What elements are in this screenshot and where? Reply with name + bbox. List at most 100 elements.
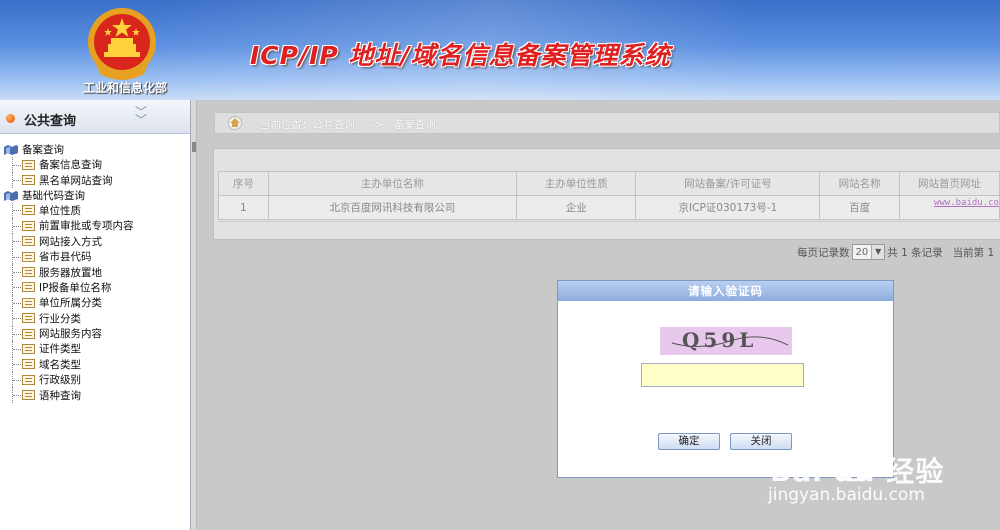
sidebar-item[interactable]: IP报备单位名称 [4,279,190,296]
tree-connector [12,233,22,249]
table-header-row: 序号 主办单位名称 主办单位性质 网站备案/许可证号 网站名称 网站首页网址 [218,171,1000,196]
sidebar-item[interactable]: 单位所属分类 [4,295,190,311]
sidebar-item[interactable]: 网站接入方式 [4,233,190,249]
document-icon [22,313,35,324]
sidebar-item-label: 服务器放置地 [39,266,102,279]
tree-connector [12,202,22,219]
breadcrumb-prefix: 当前位置： [260,119,313,131]
breadcrumb: 当前位置：公共查询 —> 备案查询 [214,112,1000,134]
table-cell: 百度 [819,195,900,220]
tree-connector [12,372,22,388]
splitter-grip-icon[interactable] [192,142,196,152]
system-title: ICP/IP 地址/域名信息备案管理系统 [250,41,671,70]
tree-connector [12,356,22,373]
sidebar-item-label: 行业分类 [39,312,81,325]
breadcrumb-text: 当前位置：公共查询 —> 备案查询 [260,117,436,132]
captcha-code: Q59L [682,328,758,352]
sidebar-item[interactable]: 语种查询 [4,387,190,403]
table-row[interactable]: 1 北京百度网讯科技有限公司 企业 京ICP证030173号-1 百度 www.baidu… [218,195,1000,220]
column-header: 主办单位名称 [267,171,518,196]
folder-icon [4,190,18,201]
sidebar-item-label: IP报备单位名称 [39,281,112,294]
ministry-name: 工业和信息化部 [82,81,167,95]
sidebar-item[interactable]: 黑名单网站查询 [4,172,190,188]
tree-connector [12,341,22,357]
table-cell: 1 [218,195,269,220]
sidebar-item-label: 域名类型 [39,358,81,371]
column-header: 网站首页网址 [898,171,1000,196]
sidebar-item[interactable]: 省市县代码 [4,248,190,265]
panel-topbar [214,149,1000,169]
captcha-image[interactable]: Q59L [660,327,792,355]
pager: 每页记录数 20 ▼ 共 1 条记录 当前第 1 [797,244,994,260]
sidebar: 公共查询 ﹀ ﹀ 备案查询备案信息查询 黑名单网站查询 基础代码查询 单位性质前置审批或… [0,100,191,530]
breadcrumb-arrow: —> [364,119,384,131]
sidebar-item[interactable]: 备案信息查询 [4,157,190,173]
sidebar-header[interactable]: 公共查询 ﹀ ﹀ [0,100,190,134]
results-table: 序号 主办单位名称 主办单位性质 网站备案/许可证号 网站名称 网站首页网址 1 北京百度网… [218,171,1000,220]
tree-connector [12,157,22,173]
column-header: 网站备案/许可证号 [635,171,821,196]
current-page: 当前第 1 [952,246,995,259]
website-url-link[interactable]: www.baidu.co [898,195,1000,220]
dialog-title: 请输入验证码 [558,281,893,301]
sidebar-item-label: 网站服务内容 [39,328,102,341]
sidebar-group[interactable]: 基础代码查询 [4,188,190,203]
sidebar-item[interactable]: 域名类型 [4,356,190,373]
per-page-value: 20 [855,246,869,258]
captcha-input[interactable] [641,363,804,387]
document-icon [22,220,35,231]
sidebar-item[interactable]: 行业分类 [4,310,190,326]
sidebar-item-label: 备案信息查询 [39,159,102,172]
sidebar-item[interactable]: 行政级别 [4,372,190,388]
breadcrumb-page: 备案查询 [393,119,436,131]
results-panel: 序号 主办单位名称 主办单位性质 网站备案/许可证号 网站名称 网站首页网址 1 北京百度网… [213,148,1000,240]
sidebar-group[interactable]: 备案查询 [4,142,190,157]
per-page-select[interactable]: 20 ▼ [851,244,886,260]
chevron-down-icon[interactable]: ▼ [871,245,885,259]
captcha-dialog: 请输入验证码 Q59L 确定 关闭 [557,280,894,478]
confirm-button[interactable]: 确定 [658,433,720,450]
table-cell: 企业 [516,195,637,220]
document-icon [22,236,35,247]
sidebar-item-label: 证件类型 [39,343,81,356]
total-records: 共 1 条记录 [887,246,943,259]
tree-connector [12,172,22,188]
tree-connector [12,387,22,403]
document-icon [22,343,35,354]
document-icon [22,267,35,278]
tree-connector [12,279,22,296]
sidebar-item[interactable]: 前置审批或专项内容 [4,218,190,234]
close-button[interactable]: 关闭 [730,433,792,450]
header-banner: 工业和信息化部 ICP/IP 地址/域名信息备案管理系统 [0,0,1000,100]
tree-connector [12,248,22,265]
document-icon [22,359,35,370]
sidebar-item-label: 省市县代码 [39,251,92,264]
column-header: 序号 [218,171,269,196]
tree-connector [12,295,22,311]
sidebar-item-label: 前置审批或专项内容 [39,220,134,233]
sidebar-item[interactable]: 单位性质 [4,202,190,219]
sidebar-item[interactable]: 服务器放置地 [4,264,190,280]
breadcrumb-section[interactable]: 公共查询 [313,119,355,131]
column-header: 网站名称 [819,171,900,196]
table-cell: 京ICP证030173号-1 [635,195,821,220]
sidebar-item-label: 网站接入方式 [39,235,102,248]
tree-connector [12,325,22,342]
document-icon [22,328,35,339]
sidebar-item-label: 黑名单网站查询 [39,174,113,187]
sidebar-item[interactable]: 证件类型 [4,341,190,357]
document-icon [22,282,35,293]
tree-connector [12,264,22,280]
sidebar-item[interactable]: 网站服务内容 [4,325,190,342]
orange-dot-icon [6,114,15,123]
document-icon [22,159,35,170]
double-chevron-down-icon[interactable]: ﹀ ﹀ [135,106,147,126]
sidebar-group-label: 备案查询 [22,144,64,156]
document-icon [22,297,35,308]
home-icon [228,116,242,130]
document-icon [22,374,35,385]
sidebar-item-label: 单位所属分类 [39,297,102,310]
document-icon [22,205,35,216]
sidebar-item-label: 单位性质 [39,204,81,217]
